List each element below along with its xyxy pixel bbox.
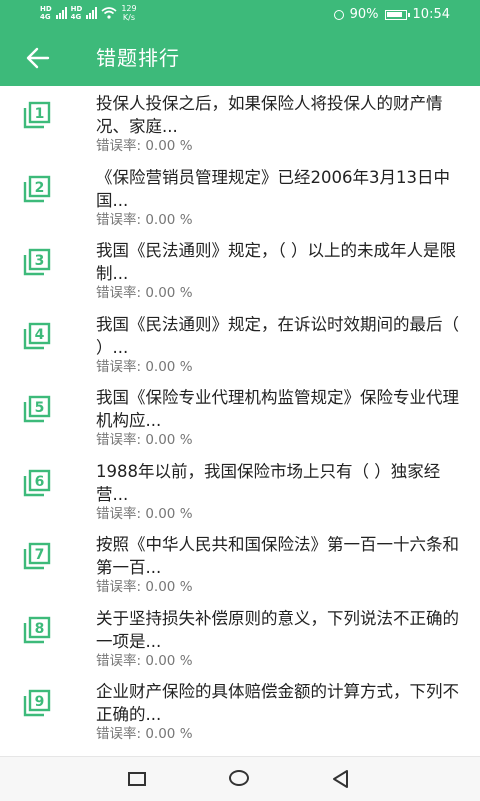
signal-icon [86,7,98,19]
signal-icon [55,7,67,19]
error-rate: 错误率: 0.00 % [96,652,193,669]
error-rate: 错误率: 0.00 % [96,138,193,154]
question-text: 1988年以前，我国保险市场上只有（ ）独家经营... [96,461,441,504]
speed-value: 129 [121,4,137,13]
question-text: 按照《中华人民共和国保险法》第一百一十六条和第一百... [96,535,459,577]
back-arrow-icon[interactable] [24,44,52,72]
speed-unit: K/s [122,13,136,22]
network-speed: 129 K/s [121,4,136,22]
question-ranking-list: 1 投保人投保之后，如果保险人将投保人的财产情况、家庭... 错误率: 0.00 %… [0,88,480,750]
question-number-icon: 4 [23,322,51,349]
error-rate: 错误率: 0.00 % [96,432,193,448]
network-type-label: 4G [70,13,82,21]
question-number-icon: 1 [23,101,51,129]
question-number-icon: 9 [23,689,51,717]
system-navigation-bar [0,756,480,801]
question-list-item[interactable]: 3 我国《民法通则》规定，（ ）以上的未成年人是限制... 错误率: 0.00 % [0,235,480,309]
hd-label: HD [70,5,83,13]
question-number-icon: 8 [23,616,51,643]
alarm-icon [333,9,344,20]
question-list-item[interactable]: 2 《保险营销员管理规定》已经2006年3月13日中国... 错误率: 0.00 % [0,162,480,236]
hd-label: HD [40,5,52,13]
status-bar: HD 4G HD 4G 129 K/s 90% 10:54 [0,0,480,30]
sim-block-1: HD 4G [40,5,52,21]
question-number: 7 [35,547,45,563]
question-number: 1 [35,106,45,122]
clock: 10:54 [412,7,450,22]
question-text: 我国《民法通则》规定，在诉讼时效期间的最后（ ）... [96,314,459,357]
question-number-icon: 3 [23,248,51,276]
question-number: 9 [35,694,45,710]
question-list-item[interactable]: 8 关于坚持损失补偿原则的意义，下列说法不正确的一项是... 错误率: 0.00 % [0,603,480,677]
question-number: 4 [35,327,45,343]
back-triangle-icon[interactable] [331,769,351,789]
question-text: 《保险营销员管理规定》已经2006年3月13日中国... [96,167,450,210]
question-text: 我国《保险专业代理机构监管规定》保险专业代理机构应... [96,388,459,430]
error-rate: 错误率: 0.00 % [96,285,193,301]
question-number-icon: 6 [23,469,51,496]
question-number-icon: 2 [23,175,51,202]
question-text: 关于坚持损失补偿原则的意义，下列说法不正确的一项是... [96,608,459,651]
error-rate: 错误率: 0.00 % [96,505,193,522]
recents-square-icon[interactable] [128,772,146,786]
app-bar: 错题排行 [0,30,480,86]
question-list-item[interactable]: 6 1988年以前，我国保险市场上只有（ ）独家经营... 错误率: 0.00 % [0,456,480,530]
question-text: 企业财产保险的具体赔偿金额的计算方式，下列不正确的... [96,682,459,724]
question-number-icon: 7 [23,542,51,570]
question-number: 2 [35,180,45,196]
question-number-icon: 5 [23,395,51,423]
status-right: 90% 10:54 [333,7,450,22]
battery-icon [384,9,410,20]
page-title: 错题排行 [96,46,180,70]
question-list-item[interactable]: 9 企业财产保险的具体赔偿金额的计算方式，下列不正确的... 错误率: 0.00 % [0,676,480,750]
question-text: 我国《民法通则》规定，（ ）以上的未成年人是限制... [96,241,456,283]
error-rate: 错误率: 0.00 % [96,579,193,595]
error-rate: 错误率: 0.00 % [96,726,193,742]
error-rate: 错误率: 0.00 % [96,358,193,375]
battery-percent: 90% [349,7,379,22]
sim-block-2: HD 4G [71,5,83,21]
question-number: 8 [35,621,45,637]
question-number: 3 [35,253,45,269]
status-left: HD 4G HD 4G 129 K/s [40,4,137,22]
question-text: 投保人投保之后，如果保险人将投保人的财产情况、家庭... [96,94,443,136]
error-rate: 错误率: 0.00 % [96,211,193,228]
network-type-label: 4G [40,13,51,21]
question-number: 5 [35,400,45,416]
wifi-icon [101,7,117,19]
question-list-item[interactable]: 4 我国《民法通则》规定，在诉讼时效期间的最后（ ）... 错误率: 0.00 % [0,309,480,383]
question-list-item[interactable]: 5 我国《保险专业代理机构监管规定》保险专业代理机构应... 错误率: 0.00 % [0,382,480,456]
question-list-item[interactable]: 1 投保人投保之后，如果保险人将投保人的财产情况、家庭... 错误率: 0.00 % [0,88,480,162]
question-list-item[interactable]: 7 按照《中华人民共和国保险法》第一百一十六条和第一百... 错误率: 0.00 % [0,529,480,603]
question-number: 6 [35,474,45,490]
home-circle-icon[interactable] [229,770,249,786]
